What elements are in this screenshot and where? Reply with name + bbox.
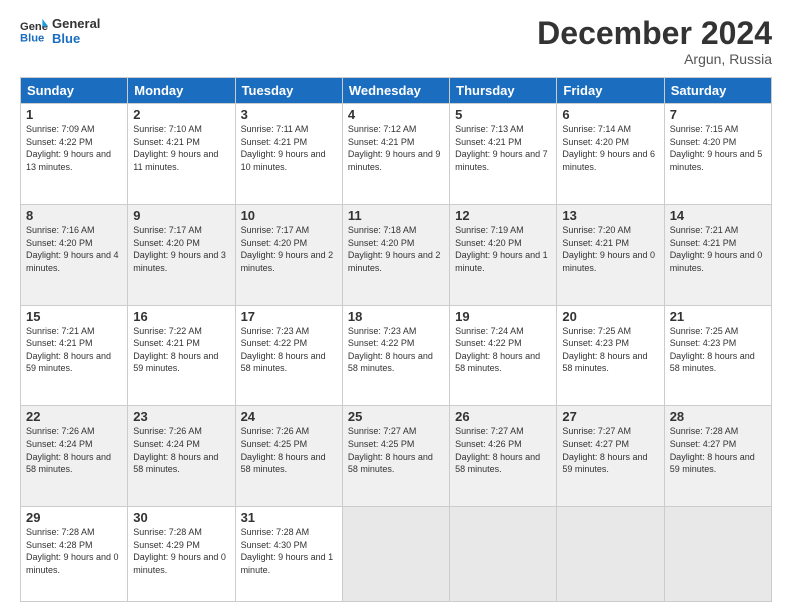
day-29: 29Sunrise: 7:28 AM Sunset: 4:28 PM Dayli… — [21, 507, 128, 602]
week-row-3: 15Sunrise: 7:21 AM Sunset: 4:21 PM Dayli… — [21, 305, 772, 406]
calendar-table: Sunday Monday Tuesday Wednesday Thursday… — [20, 77, 772, 602]
week-row-2: 8Sunrise: 7:16 AM Sunset: 4:20 PM Daylig… — [21, 204, 772, 305]
header-row: Sunday Monday Tuesday Wednesday Thursday… — [21, 78, 772, 104]
col-tuesday: Tuesday — [235, 78, 342, 104]
svg-text:Blue: Blue — [20, 32, 44, 44]
day-27: 27Sunrise: 7:27 AM Sunset: 4:27 PM Dayli… — [557, 406, 664, 507]
day-18: 18Sunrise: 7:23 AM Sunset: 4:22 PM Dayli… — [342, 305, 449, 406]
empty-cell-4-5 — [557, 507, 664, 602]
day-30: 30Sunrise: 7:28 AM Sunset: 4:29 PM Dayli… — [128, 507, 235, 602]
day-5: 5Sunrise: 7:13 AM Sunset: 4:21 PM Daylig… — [450, 104, 557, 205]
col-saturday: Saturday — [664, 78, 771, 104]
day-7: 7Sunrise: 7:15 AM Sunset: 4:20 PM Daylig… — [664, 104, 771, 205]
title-block: December 2024 Argun, Russia — [537, 16, 772, 67]
day-11: 11Sunrise: 7:18 AM Sunset: 4:20 PM Dayli… — [342, 204, 449, 305]
day-23: 23Sunrise: 7:26 AM Sunset: 4:24 PM Dayli… — [128, 406, 235, 507]
day-31: 31Sunrise: 7:28 AM Sunset: 4:30 PM Dayli… — [235, 507, 342, 602]
day-12: 12Sunrise: 7:19 AM Sunset: 4:20 PM Dayli… — [450, 204, 557, 305]
day-21: 21Sunrise: 7:25 AM Sunset: 4:23 PM Dayli… — [664, 305, 771, 406]
day-2: 2Sunrise: 7:10 AM Sunset: 4:21 PM Daylig… — [128, 104, 235, 205]
day-1: 1Sunrise: 7:09 AM Sunset: 4:22 PM Daylig… — [21, 104, 128, 205]
logo: General Blue General Blue — [20, 16, 100, 46]
header: General Blue General Blue December 2024 … — [20, 16, 772, 67]
col-wednesday: Wednesday — [342, 78, 449, 104]
day-28: 28Sunrise: 7:28 AM Sunset: 4:27 PM Dayli… — [664, 406, 771, 507]
page: General Blue General Blue December 2024 … — [0, 0, 792, 612]
logo-blue: Blue — [52, 31, 100, 46]
day-25: 25Sunrise: 7:27 AM Sunset: 4:25 PM Dayli… — [342, 406, 449, 507]
day-14: 14Sunrise: 7:21 AM Sunset: 4:21 PM Dayli… — [664, 204, 771, 305]
week-row-1: 1Sunrise: 7:09 AM Sunset: 4:22 PM Daylig… — [21, 104, 772, 205]
logo-icon: General Blue — [20, 17, 48, 45]
day-3: 3Sunrise: 7:11 AM Sunset: 4:21 PM Daylig… — [235, 104, 342, 205]
day-8: 8Sunrise: 7:16 AM Sunset: 4:20 PM Daylig… — [21, 204, 128, 305]
day-15: 15Sunrise: 7:21 AM Sunset: 4:21 PM Dayli… — [21, 305, 128, 406]
week-row-4: 22Sunrise: 7:26 AM Sunset: 4:24 PM Dayli… — [21, 406, 772, 507]
day-19: 19Sunrise: 7:24 AM Sunset: 4:22 PM Dayli… — [450, 305, 557, 406]
day-13: 13Sunrise: 7:20 AM Sunset: 4:21 PM Dayli… — [557, 204, 664, 305]
col-sunday: Sunday — [21, 78, 128, 104]
logo-general: General — [52, 16, 100, 31]
col-thursday: Thursday — [450, 78, 557, 104]
day-22: 22Sunrise: 7:26 AM Sunset: 4:24 PM Dayli… — [21, 406, 128, 507]
location-subtitle: Argun, Russia — [537, 51, 772, 67]
day-24: 24Sunrise: 7:26 AM Sunset: 4:25 PM Dayli… — [235, 406, 342, 507]
empty-cell-4-3 — [342, 507, 449, 602]
empty-cell-4-6 — [664, 507, 771, 602]
day-6: 6Sunrise: 7:14 AM Sunset: 4:20 PM Daylig… — [557, 104, 664, 205]
day-4: 4Sunrise: 7:12 AM Sunset: 4:21 PM Daylig… — [342, 104, 449, 205]
col-monday: Monday — [128, 78, 235, 104]
week-row-5: 29Sunrise: 7:28 AM Sunset: 4:28 PM Dayli… — [21, 507, 772, 602]
day-16: 16Sunrise: 7:22 AM Sunset: 4:21 PM Dayli… — [128, 305, 235, 406]
day-26: 26Sunrise: 7:27 AM Sunset: 4:26 PM Dayli… — [450, 406, 557, 507]
col-friday: Friday — [557, 78, 664, 104]
day-20: 20Sunrise: 7:25 AM Sunset: 4:23 PM Dayli… — [557, 305, 664, 406]
day-10: 10Sunrise: 7:17 AM Sunset: 4:20 PM Dayli… — [235, 204, 342, 305]
empty-cell-4-4 — [450, 507, 557, 602]
day-9: 9Sunrise: 7:17 AM Sunset: 4:20 PM Daylig… — [128, 204, 235, 305]
month-title: December 2024 — [537, 16, 772, 51]
day-17: 17Sunrise: 7:23 AM Sunset: 4:22 PM Dayli… — [235, 305, 342, 406]
